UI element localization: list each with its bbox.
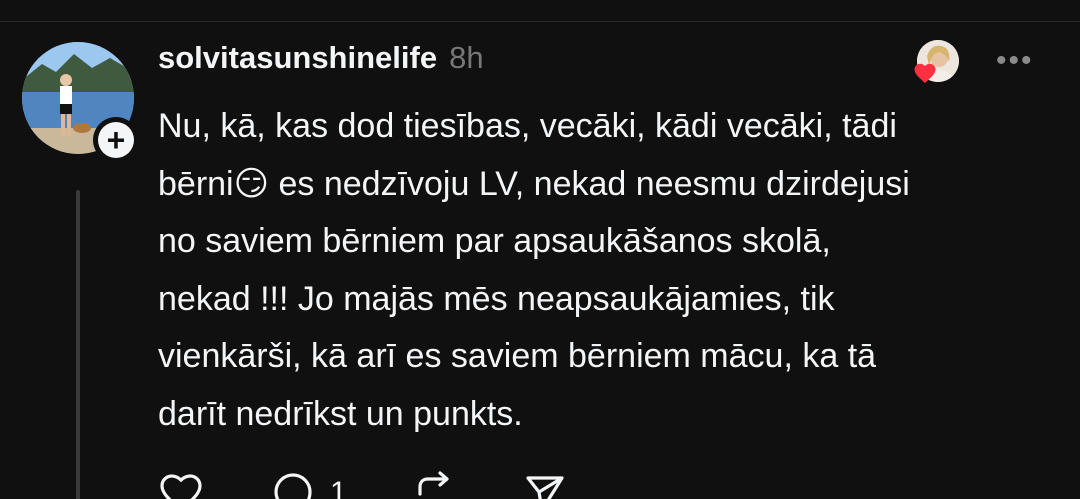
- like-button[interactable]: [158, 470, 204, 499]
- post-text: Nu, kā, kas dod tiesības, vecāki, kādi v…: [158, 107, 910, 433]
- repost-button[interactable]: [410, 470, 456, 499]
- share-button[interactable]: [522, 470, 568, 499]
- timestamp: 8h: [449, 40, 484, 75]
- username[interactable]: solvitasunshinelife: [158, 40, 437, 76]
- send-icon: [526, 476, 564, 499]
- action-bar: [158, 470, 568, 499]
- heart-filled-icon: [914, 63, 936, 83]
- post-header: solvitasunshinelife 8h: [158, 40, 484, 86]
- more-options-button[interactable]: •••: [996, 46, 1040, 76]
- top-divider: [0, 21, 1080, 22]
- plus-icon: +: [98, 122, 134, 158]
- thread-line: [76, 190, 80, 499]
- reply-count: 1: [330, 476, 347, 499]
- liked-by-avatar[interactable]: [913, 40, 959, 86]
- threads-post: + solvitasunshinelife 8h ••• Nu, kā, kas…: [0, 0, 1080, 499]
- repost-arrows-icon: [418, 471, 449, 496]
- heart-outline-icon: [160, 474, 202, 499]
- reply-button[interactable]: [270, 470, 316, 499]
- comment-bubble-icon: [274, 473, 312, 499]
- follow-button[interactable]: +: [93, 117, 139, 163]
